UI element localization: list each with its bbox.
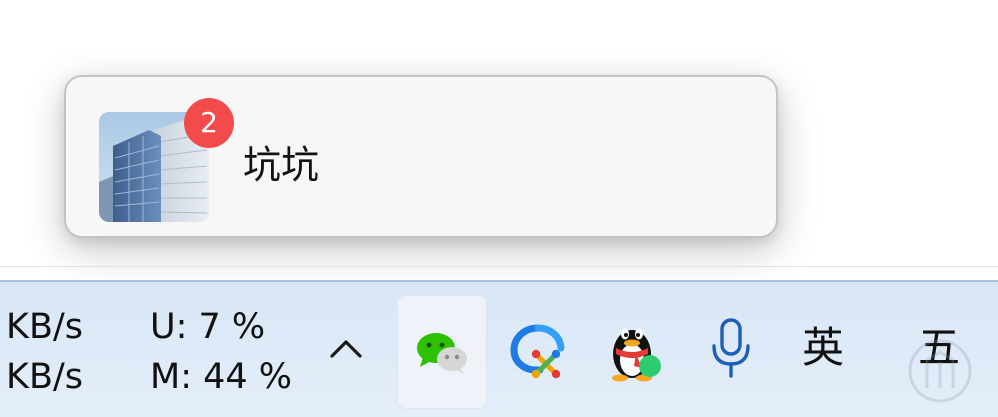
chevron-up-icon	[330, 340, 362, 358]
tray-dingtalk-button[interactable]	[506, 320, 570, 384]
tray-qq-button[interactable]	[606, 312, 666, 384]
tray-wechat-button[interactable]	[397, 295, 487, 409]
input-language-indicator[interactable]: 英	[802, 324, 844, 372]
taskbar: KB/s KB/s U: 7 % M: 44 % 英 五	[0, 280, 998, 417]
show-hidden-icons-button[interactable]	[318, 322, 374, 378]
divider-line	[0, 266, 998, 267]
wechat-icon	[417, 333, 467, 374]
tray-microphone-button[interactable]	[708, 316, 754, 384]
contact-name: 坑坑	[243, 143, 320, 187]
microphone-icon	[712, 318, 750, 378]
download-speed: KB/s	[6, 357, 83, 397]
dingtalk-icon	[510, 324, 565, 379]
notification-message-item[interactable]: 2 坑坑	[66, 77, 776, 236]
desktop-screen: 2 坑坑 KB/s KB/s U: 7 % M: 44 % 英 五	[0, 0, 998, 417]
memory-usage: M: 44 %	[150, 357, 293, 397]
unread-count-badge: 2	[184, 98, 234, 148]
watermark-logo-icon	[908, 339, 972, 403]
cpu-usage: U: 7 %	[150, 307, 266, 347]
upload-speed: KB/s	[6, 307, 83, 347]
qq-icon	[612, 328, 661, 382]
wechat-notification-popup: 2 坑坑	[64, 75, 778, 238]
network-monitor[interactable]: KB/s KB/s U: 7 % M: 44 %	[0, 282, 300, 417]
